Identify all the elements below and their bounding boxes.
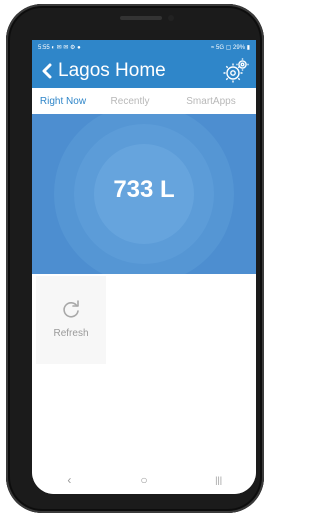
nav-home-button[interactable]: ○	[129, 473, 159, 487]
app-screen: 5:55 ◐ ✉ ✉ ⚙ ● ≈ 5G ▢ 29% ▮ Lagos Home R…	[32, 40, 256, 494]
status-left: 5:55 ◐ ✉ ✉ ⚙ ●	[38, 44, 81, 51]
tab-smartapps[interactable]: SmartApps	[166, 96, 256, 107]
system-nav-bar: ‹ ○ |||	[32, 466, 256, 494]
phone-frame: 5:55 ◐ ✉ ✉ ⚙ ● ≈ 5G ▢ 29% ▮ Lagos Home R…	[6, 4, 264, 513]
page-title: Lagos Home	[58, 60, 166, 81]
status-right-icons: ≈ 5G ▢ 29% ▮	[211, 44, 250, 51]
back-button[interactable]	[38, 54, 56, 88]
reading-panel: 733 L	[32, 114, 256, 274]
gear-icon	[223, 58, 249, 83]
tab-right-now[interactable]: Right Now	[32, 96, 94, 107]
tab-bar: Right Now Recently SmartApps	[32, 88, 256, 115]
speaker-grille	[120, 16, 162, 20]
app-header: Lagos Home	[32, 54, 256, 88]
refresh-icon	[63, 300, 79, 318]
chevron-left-icon	[42, 63, 52, 79]
status-bar: 5:55 ◐ ✉ ✉ ⚙ ● ≈ 5G ▢ 29% ▮	[32, 40, 256, 54]
reading-value: 733 L	[113, 176, 175, 203]
refresh-label: Refresh	[53, 328, 89, 339]
refresh-tile[interactable]: Refresh	[36, 276, 106, 364]
front-camera	[168, 15, 174, 21]
nav-recents-button[interactable]: |||	[204, 475, 234, 485]
settings-button[interactable]	[222, 57, 250, 85]
status-time: 5:55	[38, 44, 50, 51]
tab-recently[interactable]: Recently	[94, 96, 166, 107]
status-notification-icons: ◐ ✉ ✉ ⚙ ●	[51, 44, 81, 51]
nav-back-button[interactable]: ‹	[54, 473, 84, 487]
